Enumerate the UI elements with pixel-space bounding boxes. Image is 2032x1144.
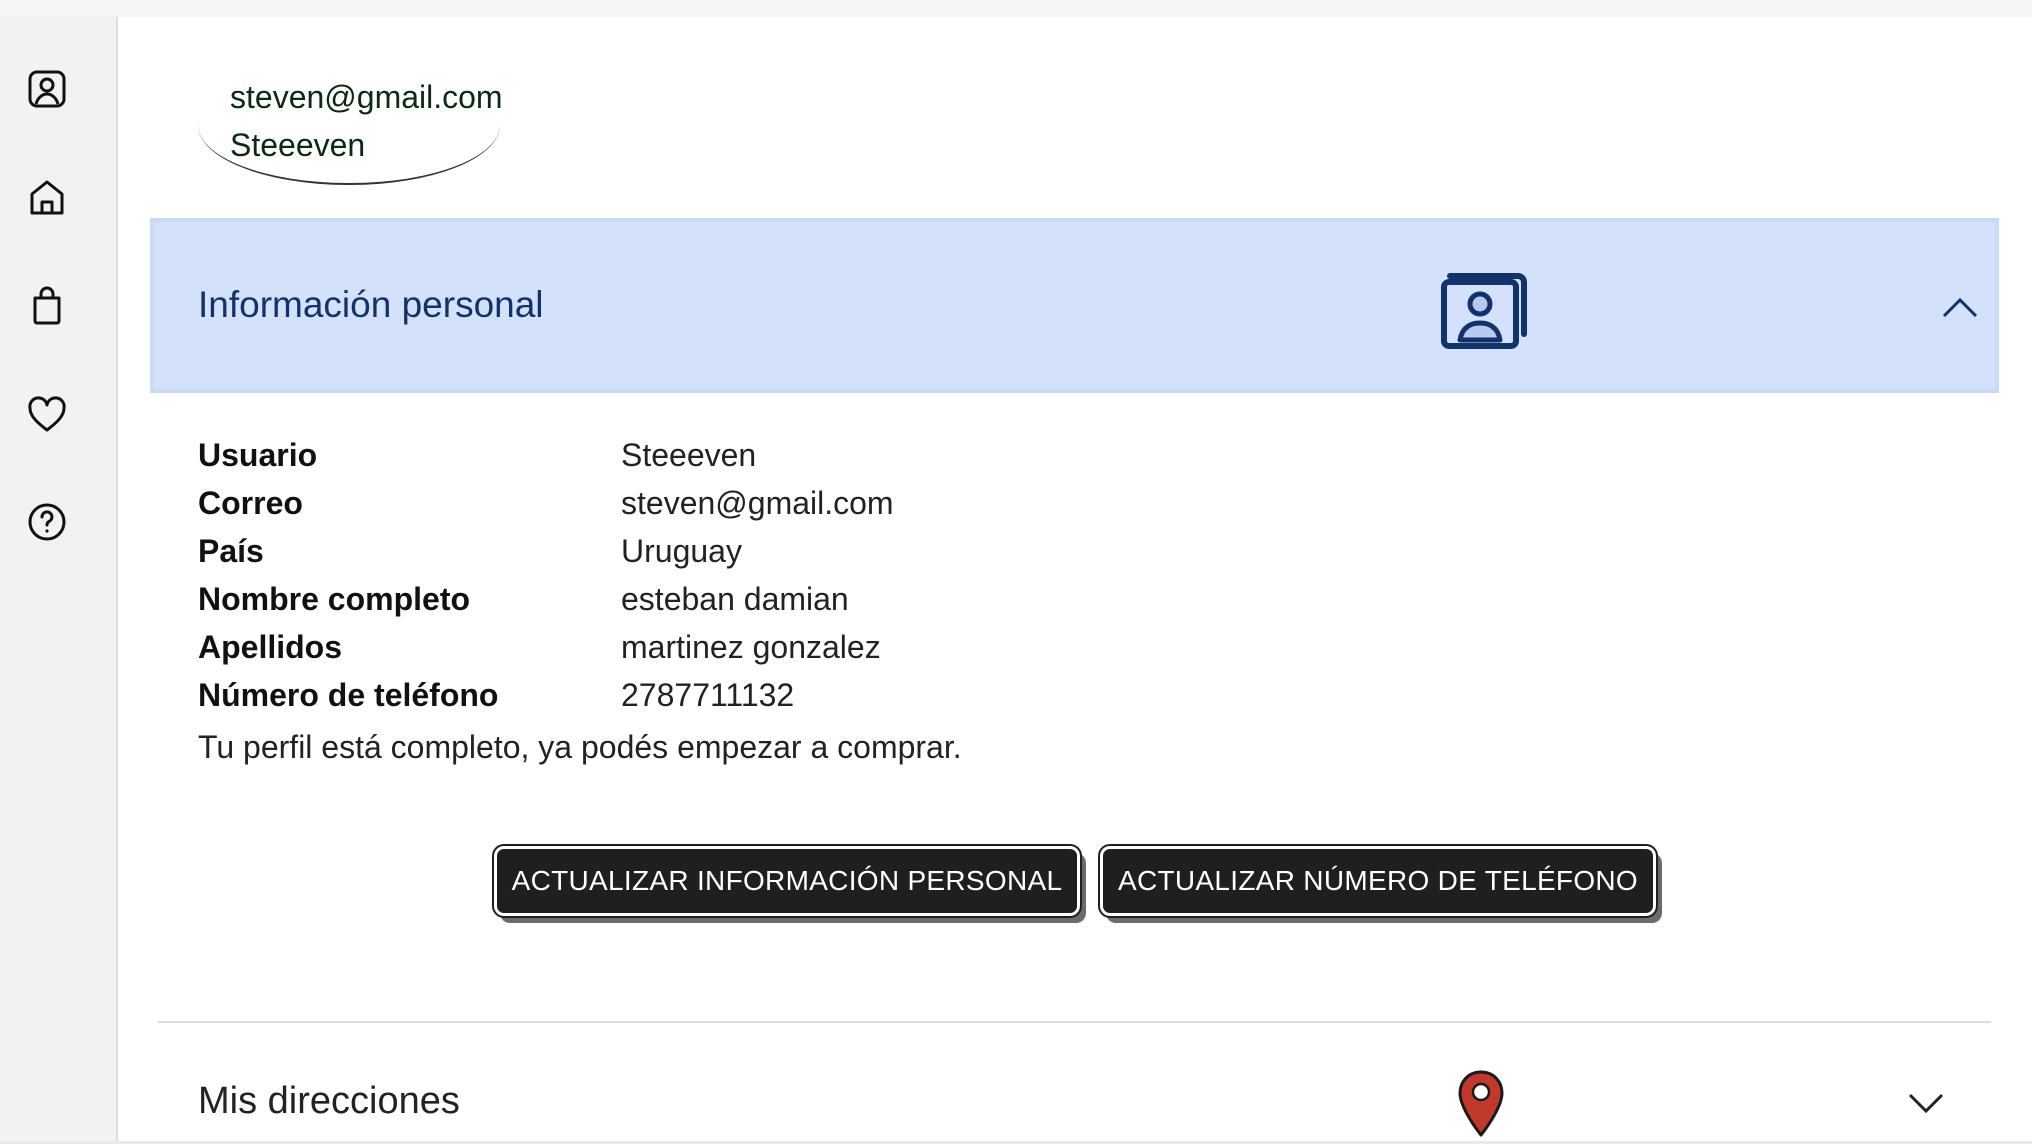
field-value: Uruguay xyxy=(621,533,742,569)
info-row-apellidos: Apellidos martinez gonzalez xyxy=(198,629,1198,677)
info-row-pais: País Uruguay xyxy=(198,533,1198,581)
section-divider xyxy=(158,1021,1991,1023)
chevron-down-icon[interactable] xyxy=(1906,1083,1946,1123)
home-icon[interactable] xyxy=(24,174,70,220)
field-value: Steeeven xyxy=(621,437,757,473)
sidebar xyxy=(0,17,118,1144)
info-row-telefono: Número de teléfono 2787711132 xyxy=(198,677,1198,725)
field-label: Número de teléfono xyxy=(198,677,499,713)
profile-complete-message: Tu perfil está completo, ya podés empeza… xyxy=(198,729,962,765)
addresses-title[interactable]: Mis direcciones xyxy=(198,1080,460,1123)
field-label: Apellidos xyxy=(198,629,343,665)
update-phone-button[interactable]: ACTUALIZAR NÚMERO DE TELÉFONO xyxy=(1098,844,1658,918)
field-label: Usuario xyxy=(198,437,318,473)
help-icon[interactable] xyxy=(24,499,70,545)
personal-info-accordion-header[interactable]: Información personal xyxy=(150,218,1999,393)
info-row-correo: Correo steven@gmail.com xyxy=(198,485,1198,533)
field-label: País xyxy=(198,533,264,569)
field-label: Nombre completo xyxy=(198,581,471,617)
field-value: 2787711132 xyxy=(621,677,795,713)
info-row-usuario: Usuario Steeeven xyxy=(198,437,1198,485)
user-summary-card: steven@gmail.com Steeeven xyxy=(198,57,503,185)
personal-info-title: Información personal xyxy=(198,284,544,325)
user-card-email: steven@gmail.com xyxy=(230,79,503,115)
field-label: Correo xyxy=(198,485,303,521)
profile-main: steven@gmail.com Steeeven Información pe… xyxy=(120,17,2032,1144)
info-row-nombre: Nombre completo esteban damian xyxy=(198,581,1198,629)
top-bar xyxy=(0,0,2032,17)
shopping-bag-icon[interactable] xyxy=(24,283,70,329)
heart-icon[interactable] xyxy=(24,391,70,437)
field-value: steven@gmail.com xyxy=(621,485,894,521)
contact-card-icon xyxy=(1438,266,1538,352)
field-value: esteban damian xyxy=(621,581,849,617)
chevron-up-icon[interactable] xyxy=(1940,288,1980,328)
user-card-username: Steeeven xyxy=(230,127,366,163)
field-value: martinez gonzalez xyxy=(621,629,881,665)
user-profile-icon[interactable] xyxy=(24,66,70,112)
update-personal-info-button[interactable]: ACTUALIZAR INFORMACIÓN PERSONAL xyxy=(492,844,1082,918)
personal-info-list: Usuario Steeeven Correo steven@gmail.com… xyxy=(198,437,1198,725)
map-pin-icon xyxy=(1456,1069,1506,1139)
